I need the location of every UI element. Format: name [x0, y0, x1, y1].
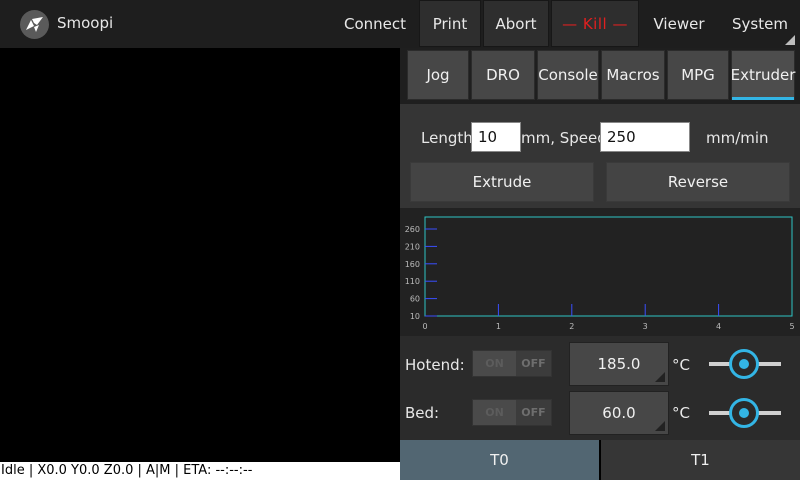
active-tab-indicator — [732, 97, 794, 100]
dropdown-corner-icon — [785, 35, 795, 45]
tab-jog[interactable]: Jog — [407, 50, 469, 100]
slider-knob[interactable] — [729, 349, 759, 379]
x-tick-label: 5 — [789, 322, 794, 331]
system-label: System — [732, 15, 788, 33]
extruder-panel: Length: mm, Speed: mm/min Extrude Revers… — [400, 104, 800, 208]
tab-mpg[interactable]: MPG — [667, 50, 729, 100]
bed-temp-button[interactable]: 60.0 — [569, 391, 669, 435]
slider-knob[interactable] — [729, 398, 759, 428]
tool-tab-t1[interactable]: T1 — [601, 440, 800, 480]
length-label: Length: — [421, 129, 478, 147]
speed-unit-label: mm/min — [706, 129, 769, 147]
speed-input[interactable] — [600, 122, 690, 152]
speed-label: mm, Speed: — [521, 129, 612, 147]
y-tick-label: 60 — [410, 295, 420, 304]
extrude-button[interactable]: Extrude — [410, 162, 594, 202]
kivy-logo-icon — [20, 10, 49, 39]
dropdown-corner-icon — [655, 421, 665, 431]
bed-toggle[interactable]: ON OFF — [472, 399, 552, 426]
dropdown-corner-icon — [655, 372, 665, 382]
bed-unit: °C — [672, 404, 690, 422]
y-tick-label: 10 — [410, 312, 420, 321]
app-window: Smoopi Connect Print Abort — Kill — View… — [0, 0, 800, 480]
top-bar: Smoopi Connect Print Abort — Kill — View… — [0, 0, 800, 48]
x-tick-label: 2 — [569, 322, 574, 331]
bed-label: Bed: — [405, 404, 440, 422]
bed-on-label: ON — [473, 400, 516, 425]
x-tick-label: 0 — [422, 322, 427, 331]
connect-button[interactable]: Connect — [335, 0, 415, 48]
tab-macros[interactable]: Macros — [601, 50, 665, 100]
tab-console[interactable]: Console — [537, 50, 599, 100]
tool-tab-t0[interactable]: T0 — [400, 440, 599, 480]
x-tick-label: 3 — [643, 322, 648, 331]
temperature-graph: 260 210 160 110 60 100 1 2 3 4 5 — [405, 216, 795, 331]
tab-dro[interactable]: DRO — [471, 50, 535, 100]
y-tick-label: 110 — [405, 277, 420, 286]
length-input[interactable] — [471, 122, 521, 152]
print-button[interactable]: Print — [419, 0, 481, 47]
reverse-button[interactable]: Reverse — [606, 162, 790, 202]
hotend-toggle[interactable]: ON OFF — [472, 350, 552, 377]
abort-button[interactable]: Abort — [483, 0, 549, 47]
tab-extruder[interactable]: Extruder — [731, 50, 795, 100]
hotend-unit: °C — [672, 356, 690, 374]
graph-plot-border — [424, 216, 793, 317]
temperature-panel: Hotend: ON OFF 185.0 °C Bed: ON OFF 60.0… — [400, 336, 800, 440]
hotend-slider[interactable] — [709, 349, 781, 379]
viewer-button[interactable]: Viewer — [643, 0, 715, 48]
x-tick-label: 1 — [496, 322, 501, 331]
status-bar: Idle | X0.0 Y0.0 Z0.0 | A|M | ETA: --:--… — [0, 462, 400, 480]
hotend-on-label: ON — [473, 351, 516, 376]
kill-button[interactable]: — Kill — — [551, 0, 639, 47]
bed-slider[interactable] — [709, 398, 781, 428]
hotend-temp-button[interactable]: 185.0 — [569, 342, 669, 386]
bed-temp-value: 60.0 — [602, 404, 636, 422]
hotend-off-label: OFF — [521, 357, 546, 370]
system-menu-button[interactable]: System — [722, 0, 798, 48]
y-tick-label: 160 — [405, 260, 420, 269]
app-title: Smoopi — [57, 14, 114, 32]
y-tick-label: 210 — [405, 242, 420, 251]
bed-off-label: OFF — [521, 406, 546, 419]
x-tick-label: 4 — [716, 322, 721, 331]
hotend-temp-value: 185.0 — [597, 355, 641, 373]
y-tick-label: 260 — [405, 225, 420, 234]
hotend-label: Hotend: — [405, 356, 465, 374]
